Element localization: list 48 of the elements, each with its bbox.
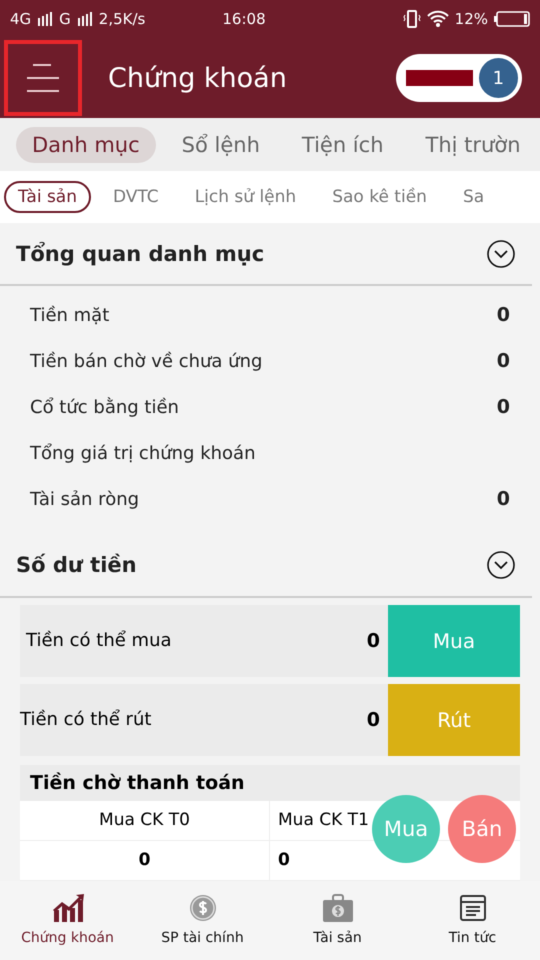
row-label: Tiền mặt xyxy=(30,304,110,326)
row-label: Cổ tức bằng tiền xyxy=(30,396,179,418)
balance-label: Tiền có thể mua xyxy=(25,630,173,652)
column-header: Mua CK T0 xyxy=(20,800,270,841)
clock: 16:08 xyxy=(222,10,267,28)
balance-value: 0 xyxy=(366,630,380,652)
page-title: Chứng khoán xyxy=(108,62,288,94)
dollar-coin-icon xyxy=(188,894,216,922)
signal-icon xyxy=(76,12,93,26)
signal-icon xyxy=(37,12,54,26)
section-title: Tổng quan danh mục xyxy=(16,242,264,266)
vibrate-icon xyxy=(402,10,421,28)
row-label: Tiền bán chờ về chưa ứng xyxy=(30,350,262,372)
section-title: Số dư tiền xyxy=(16,553,137,578)
row-label: Tổng giá trị chứng khoán xyxy=(30,442,256,464)
balance-label: Tiền có thể rút xyxy=(20,709,152,730)
row-value: 0 xyxy=(496,304,510,326)
menu-button[interactable] xyxy=(4,40,82,116)
pending-title: Tiền chờ thanh toán xyxy=(29,770,246,796)
subtab[interactable]: Tài sản xyxy=(4,181,91,214)
collapse-icon[interactable] xyxy=(486,238,516,269)
redacted-bar xyxy=(406,70,473,86)
network-type: 4G xyxy=(10,10,32,28)
row-value: 0 xyxy=(496,350,510,372)
tab[interactable]: Tiện ích xyxy=(286,126,400,163)
account-pill[interactable]: 1 xyxy=(396,54,522,102)
nav-item[interactable]: SP tài chính xyxy=(135,880,270,960)
wifi-icon xyxy=(426,10,449,28)
row-label: Tài sản ròng xyxy=(30,488,140,510)
balance-value: 0 xyxy=(366,708,380,731)
browser-window-icon xyxy=(458,894,486,922)
network-type: G xyxy=(59,10,71,28)
tab[interactable]: Sổ lệnh xyxy=(166,126,276,163)
briefcase-icon xyxy=(322,894,354,922)
collapse-icon[interactable] xyxy=(486,550,516,580)
row-value: 0 xyxy=(496,488,510,510)
row-value: 0 xyxy=(496,396,510,418)
network-speed: 2,5K/s xyxy=(98,10,146,28)
nav-item[interactable]: Tài sản xyxy=(270,880,405,960)
tab[interactable]: Thị trườn xyxy=(410,126,536,163)
battery-icon xyxy=(494,11,530,27)
bar-chart-icon xyxy=(52,894,84,922)
tab[interactable]: Danh mục xyxy=(16,126,156,163)
nav-item[interactable]: Tin tức xyxy=(405,880,540,960)
nav-item[interactable]: Chứng khoán xyxy=(0,880,135,960)
notification-badge: 1 xyxy=(478,58,518,98)
menu-icon xyxy=(25,63,61,93)
battery-percent: 12% xyxy=(454,10,488,28)
